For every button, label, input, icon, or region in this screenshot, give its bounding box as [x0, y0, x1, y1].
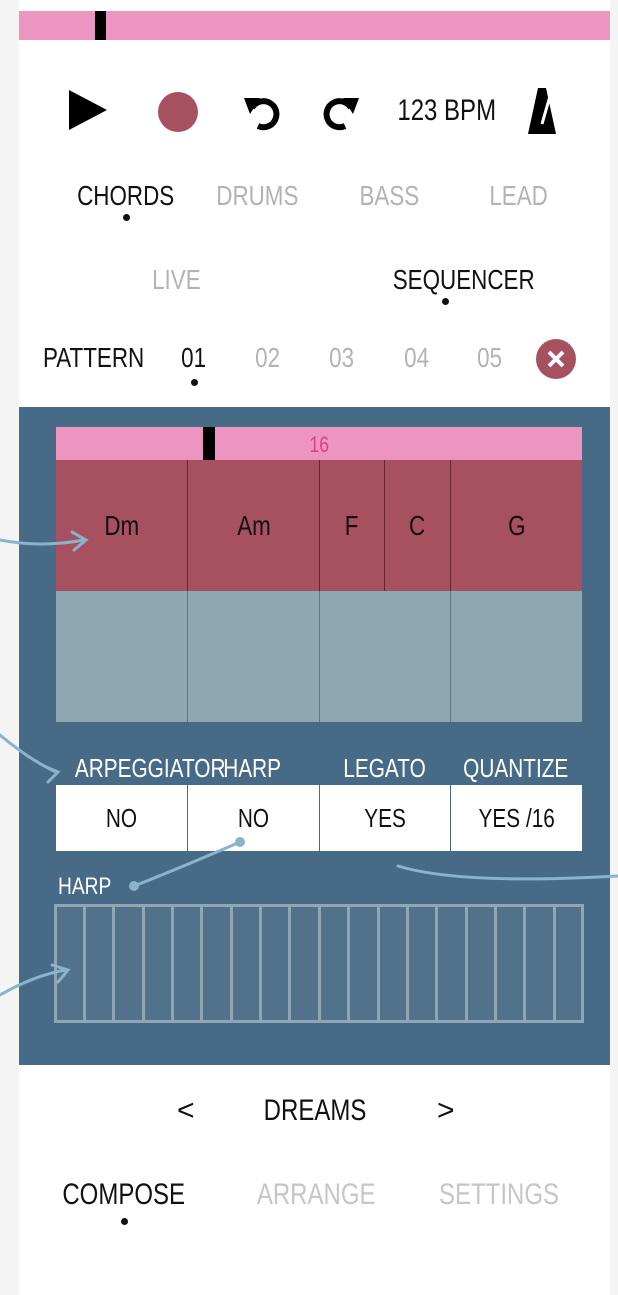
tab-settings[interactable]: SETTINGS [409, 1178, 589, 1212]
chevron-right-icon: > [437, 1094, 455, 1127]
song-name-text: DREAMS [263, 1094, 367, 1127]
tab-label: SETTINGS [438, 1178, 559, 1211]
next-song-button[interactable]: > [437, 1094, 455, 1128]
tab-compose[interactable]: COMPOSE [34, 1178, 214, 1225]
previous-song-button[interactable]: < [177, 1094, 195, 1128]
tab-label: ARRANGE [256, 1178, 376, 1211]
tab-label: COMPOSE [62, 1178, 186, 1211]
active-indicator [121, 1218, 128, 1225]
chevron-left-icon: < [177, 1094, 195, 1127]
tab-arrange[interactable]: ARRANGE [226, 1178, 406, 1212]
app-screen: 123 BPM CHORDS DRUMS BASS LEAD LIVE SEQU… [0, 0, 618, 1295]
